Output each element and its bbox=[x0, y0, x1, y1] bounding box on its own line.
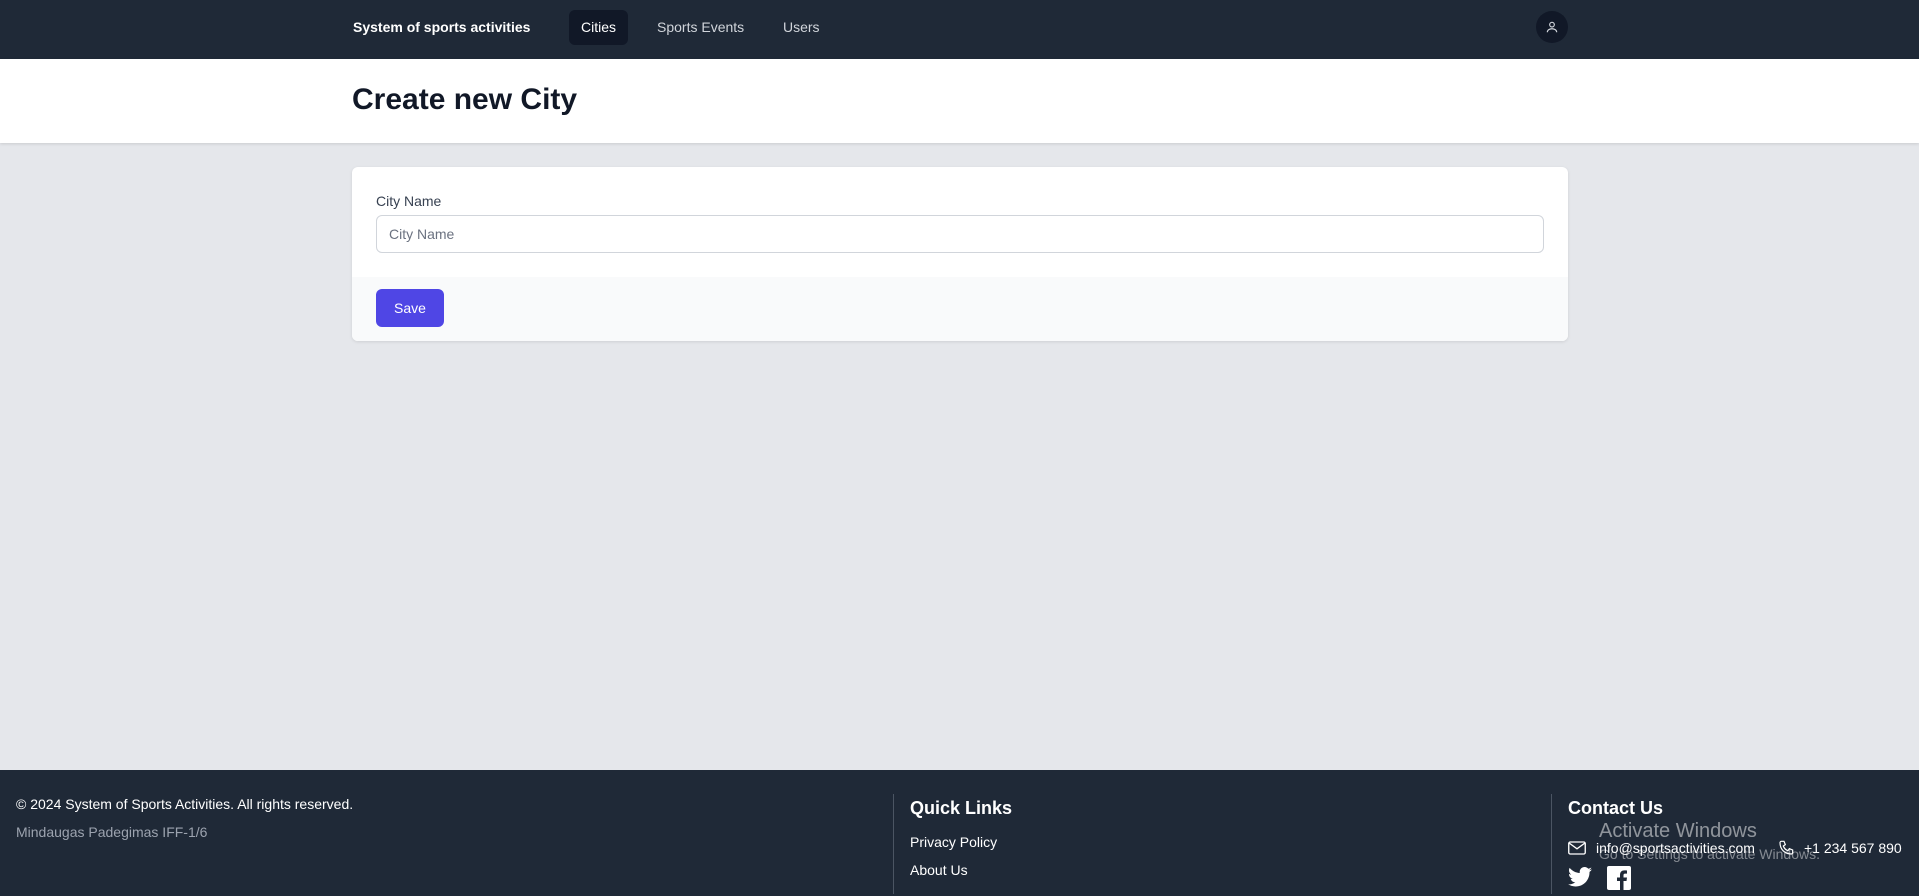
activate-windows-subtitle: Go to Settings to activate Windows. bbox=[1599, 846, 1820, 862]
footer-divider bbox=[1551, 794, 1552, 894]
page-header: Create new City bbox=[0, 59, 1919, 143]
quick-links-heading: Quick Links bbox=[910, 798, 1013, 818]
nav-item-cities[interactable]: Cities bbox=[569, 10, 629, 45]
user-menu-button[interactable] bbox=[1536, 11, 1568, 43]
nav-item-sports-events[interactable]: Sports Events bbox=[645, 10, 756, 45]
brand-title[interactable]: System of sports activities bbox=[353, 19, 530, 35]
city-name-input[interactable] bbox=[376, 215, 1544, 253]
top-navbar: System of sports activities Cities Sport… bbox=[0, 0, 1919, 59]
save-button[interactable]: Save bbox=[376, 289, 444, 327]
copyright-text: © 2024 System of Sports Activities. All … bbox=[16, 796, 354, 812]
envelope-icon bbox=[1568, 841, 1586, 855]
nav-item-users[interactable]: Users bbox=[771, 10, 832, 45]
form-footer: Save bbox=[352, 277, 1568, 341]
author-text: Mindaugas Padegimas IFF-1/6 bbox=[16, 824, 208, 840]
about-us-link[interactable]: About Us bbox=[910, 862, 968, 878]
contact-heading: Contact Us bbox=[1568, 798, 1664, 818]
create-city-form: City Name Save bbox=[352, 167, 1568, 341]
facebook-icon[interactable] bbox=[1607, 866, 1631, 890]
privacy-policy-link[interactable]: Privacy Policy bbox=[910, 834, 997, 850]
twitter-icon[interactable] bbox=[1568, 867, 1592, 887]
city-name-label: City Name bbox=[376, 193, 442, 209]
page-title: Create new City bbox=[352, 83, 578, 116]
activate-windows-title: Activate Windows bbox=[1599, 820, 1757, 842]
user-icon bbox=[1546, 21, 1558, 33]
footer-divider bbox=[893, 794, 894, 894]
